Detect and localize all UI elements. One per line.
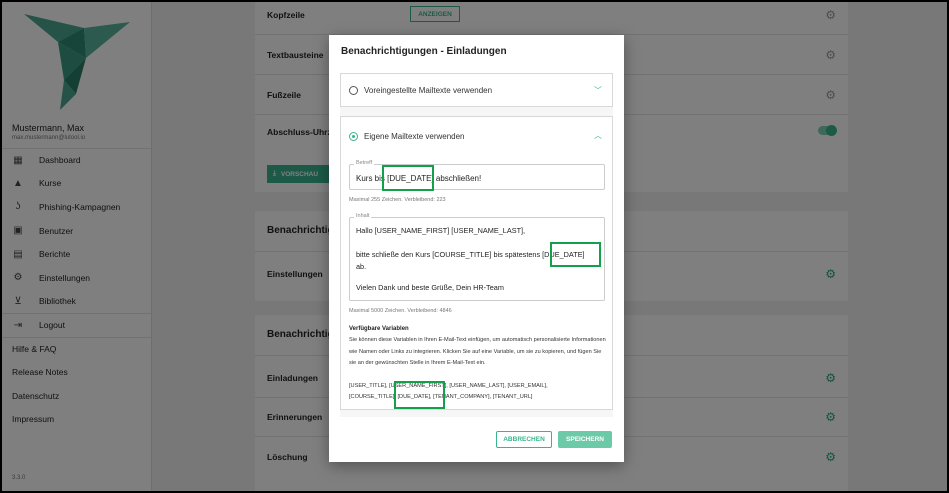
save-button[interactable]: SPEICHERN xyxy=(558,431,612,448)
app-window: Mustermann, Max max.mustermann@lutool.io… xyxy=(0,0,949,493)
content-char-hint: Maximal 5000 Zeichen. Verbleibend: 4846 xyxy=(349,308,452,314)
subject-char-hint: Maximal 255 Zeichen. Verbleibend: 223 xyxy=(349,197,446,203)
dialog-title: Benachrichtigungen - Einladungen xyxy=(341,46,507,57)
highlight-box-variable xyxy=(394,381,445,409)
option-preset-mailtext[interactable]: Voreingestellte Mailtexte verwenden ﹀ xyxy=(340,73,613,107)
variables-list-line-2[interactable]: [COURSE_TITLE], [DUE_DATE], [TENANT_COMP… xyxy=(349,392,607,402)
variables-list-line-1[interactable]: [USER_TITLE], [USER_NAME_FIRST], [USER_N… xyxy=(349,381,607,391)
option-custom-label: Eigene Mailtexte verwenden xyxy=(364,132,465,141)
chevron-up-icon[interactable]: ︿ xyxy=(594,130,602,141)
content-label: Inhalt xyxy=(354,213,372,219)
chevron-down-icon[interactable]: ﹀ xyxy=(594,85,602,96)
radio-preset[interactable] xyxy=(349,86,358,95)
option-preset-label: Voreingestellte Mailtexte verwenden xyxy=(364,86,493,95)
cancel-button[interactable]: ABBRECHEN xyxy=(496,431,552,448)
content-line-3: ab. xyxy=(356,262,367,271)
content-line-1: Hallo [USER_NAME_FIRST] [USER_NAME_LAST]… xyxy=(356,226,526,235)
variables-title: Verfügbare Variablen xyxy=(349,326,409,332)
content-line-4: Vielen Dank und beste Grüße, Dein HR-Tea… xyxy=(356,283,504,292)
highlight-box-subject xyxy=(382,165,434,191)
variables-description: Sie können diese Variablen in Ihren E-Ma… xyxy=(349,337,606,367)
subject-label: Betreff xyxy=(354,160,375,166)
notification-invitation-dialog: Benachrichtigungen - Einladungen Voreing… xyxy=(329,35,624,462)
radio-custom[interactable] xyxy=(349,132,358,141)
highlight-box-content xyxy=(550,242,601,267)
